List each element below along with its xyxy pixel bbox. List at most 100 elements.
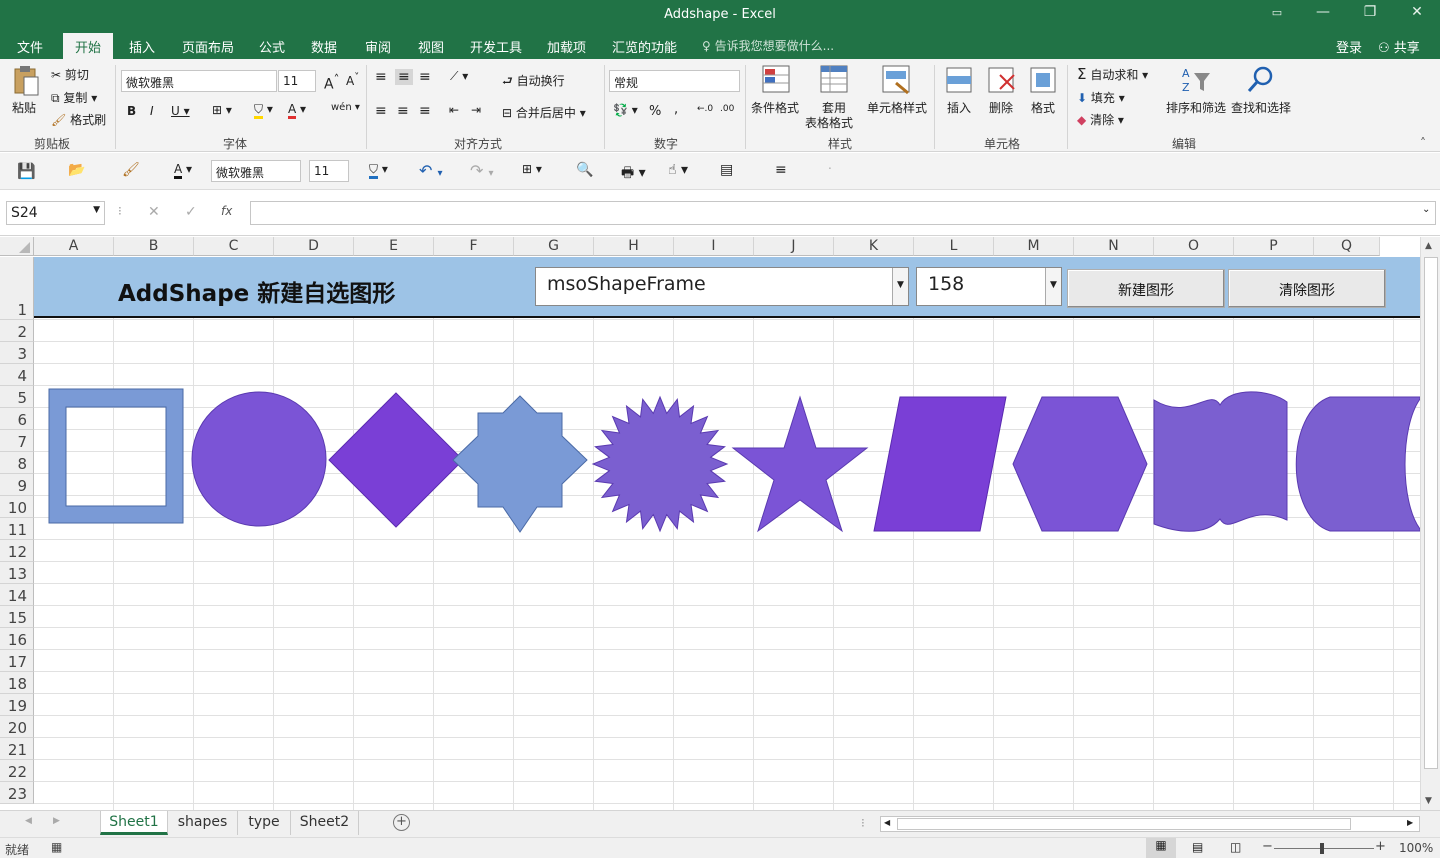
qat-font-size-select[interactable]: 11 — [309, 160, 349, 182]
tab-review[interactable]: 审阅 — [365, 37, 391, 56]
login-link[interactable]: 登录 — [1336, 37, 1362, 56]
increase-font-icon[interactable]: A˄ — [324, 72, 339, 93]
phonetic-icon[interactable]: wén ▾ — [331, 102, 360, 113]
zoom-slider[interactable] — [1274, 848, 1374, 849]
border-icon[interactable]: ⊞ ▾ — [212, 103, 232, 117]
magnifier-icon[interactable] — [1246, 65, 1276, 98]
font-color-icon[interactable]: A ▾ — [288, 102, 306, 119]
restore-button[interactable]: ❐ — [1347, 4, 1393, 26]
wrap-text-button[interactable]: ⮐ 自动换行 — [502, 72, 565, 93]
paste-icon[interactable] — [12, 65, 40, 97]
stored-data-shape[interactable] — [1295, 396, 1420, 532]
vertical-scrollbar[interactable]: ▲ ▼ — [1420, 237, 1440, 810]
fill-color-icon[interactable]: ⛉ ▾ — [254, 102, 273, 119]
italic-button[interactable]: I — [150, 104, 154, 118]
conditional-format-icon[interactable] — [762, 65, 792, 98]
conditional-format-button[interactable]: 条件格式 — [751, 99, 799, 116]
tab-home[interactable]: 开始 — [63, 33, 113, 59]
align-right-icon[interactable]: ≡ — [419, 103, 431, 119]
add-sheet-icon[interactable]: + — [393, 814, 410, 831]
align-center-icon[interactable]: ≡ — [397, 103, 409, 119]
5-point-star-shape[interactable] — [731, 395, 869, 533]
merge-center-button[interactable]: ⊟ 合并后居中 ▾ — [502, 104, 586, 121]
customize-qat-icon[interactable]: ‧ — [828, 162, 832, 176]
underline-button[interactable]: U ▾ — [171, 104, 190, 118]
increase-indent-icon[interactable]: ⇥ — [471, 103, 481, 117]
decrease-font-icon[interactable]: A˅ — [346, 72, 359, 88]
tab-file[interactable]: 文件 — [17, 37, 43, 56]
format-table-label-2[interactable]: 表格格式 — [805, 114, 853, 131]
hexagon-shape[interactable] — [1012, 396, 1148, 532]
sheet-tab-sheet1[interactable]: Sheet1 — [100, 811, 168, 835]
oval-shape[interactable] — [191, 391, 327, 527]
ribbon-display-icon[interactable]: ▭ — [1254, 6, 1300, 28]
worksheet-grid[interactable]: ABCDEFGHIJKLMNOPQ 1 2 3 4 5 6 7 8 9 10 11 12 13 14 15 1… — [0, 237, 1420, 810]
tab-addins[interactable]: 加载项 — [547, 37, 586, 56]
tell-me-search[interactable]: ♀ 告诉我您想要做什么... — [702, 37, 834, 54]
sheet-tab-type[interactable]: type — [238, 811, 291, 835]
cut-button[interactable]: ✂ 剪切 — [51, 66, 89, 83]
collapse-ribbon-icon[interactable]: ˄ — [1420, 136, 1426, 150]
format-painter-icon[interactable]: 🖌 — [122, 162, 140, 178]
format-table-icon[interactable] — [820, 65, 850, 98]
decrease-decimal-icon[interactable]: .00 — [720, 104, 734, 114]
paste-button[interactable]: 粘贴 — [12, 99, 36, 116]
sort-filter-icon[interactable]: AZ — [1180, 65, 1212, 98]
fill-color-icon[interactable]: ⛉ ▾ — [369, 162, 388, 179]
decrease-indent-icon[interactable]: ⇤ — [449, 103, 459, 117]
insert-cells-icon[interactable] — [946, 67, 974, 98]
zoom-slider-thumb[interactable] — [1320, 843, 1324, 854]
undo-icon[interactable]: ↶ ▾ — [419, 161, 443, 180]
comma-icon[interactable]: , — [674, 102, 678, 117]
print-preview-icon[interactable]: 🔍 — [576, 162, 593, 178]
align-top-icon[interactable]: ≡ — [375, 69, 387, 85]
open-folder-icon[interactable]: 📂 — [68, 162, 85, 178]
borders-icon[interactable]: ⊞ ▾ — [522, 162, 542, 176]
tab-custom[interactable]: 汇览的功能 — [612, 37, 677, 56]
align-left-icon[interactable]: ≡ — [375, 103, 387, 119]
share-button[interactable]: ⚇ 共享 — [1378, 37, 1420, 56]
increase-decimal-icon[interactable]: ←.0 — [697, 104, 713, 114]
normal-view-icon[interactable]: ▦ — [1146, 838, 1176, 858]
zoom-out-icon[interactable]: − — [1262, 839, 1273, 854]
align-icon[interactable]: ≡ — [775, 162, 787, 178]
percent-icon[interactable]: % — [649, 104, 661, 119]
tab-page-layout[interactable]: 页面布局 — [182, 37, 234, 56]
next-sheet-icon[interactable]: ▶ — [53, 816, 60, 826]
tab-insert[interactable]: 插入 — [129, 37, 155, 56]
sort-filter-button[interactable]: 排序和筛选 — [1166, 99, 1226, 116]
form-icon[interactable]: ▤ — [720, 162, 733, 178]
name-box[interactable]: S24 ▼ — [6, 201, 105, 225]
format-cells-icon[interactable] — [1030, 67, 1058, 98]
autosum-button[interactable]: Σ 自动求和 ▾ — [1077, 65, 1148, 83]
print-icon[interactable]: 🖶 ▾ — [621, 162, 646, 186]
zoom-in-icon[interactable]: + — [1375, 839, 1386, 854]
scroll-down-icon[interactable]: ▼ — [1425, 796, 1432, 806]
accounting-icon[interactable]: 💱 ▾ — [613, 103, 638, 117]
scroll-right-icon[interactable]: ▶ — [1407, 818, 1413, 827]
scroll-left-icon[interactable]: ◀ — [884, 818, 890, 827]
font-size-select[interactable]: 11 — [278, 70, 316, 92]
formula-input[interactable] — [250, 201, 1436, 225]
page-break-view-icon[interactable]: ◫ — [1230, 840, 1241, 854]
find-select-button[interactable]: 查找和选择 — [1231, 99, 1291, 116]
cell-styles-icon[interactable] — [882, 65, 912, 98]
font-color-icon[interactable]: A ▾ — [174, 162, 192, 179]
sheet-tab-sheet2[interactable]: Sheet2 — [291, 811, 359, 835]
tab-data[interactable]: 数据 — [311, 37, 337, 56]
split-handle-icon[interactable]: ⁝ — [861, 816, 865, 830]
bold-button[interactable]: B — [127, 104, 136, 118]
redo-icon[interactable]: ↷ ▾ — [470, 161, 494, 180]
align-middle-icon[interactable]: ≡ — [395, 69, 413, 85]
close-button[interactable]: ✕ — [1394, 4, 1440, 26]
frame-shape[interactable] — [48, 388, 184, 524]
qat-font-name-select[interactable]: 微软雅黑 — [211, 160, 301, 182]
number-format-select[interactable]: 常规 — [609, 70, 740, 92]
wave-shape[interactable] — [1153, 391, 1288, 532]
font-name-select[interactable]: 微软雅黑 — [121, 70, 277, 92]
format-painter-button[interactable]: 🖌 格式刷 — [51, 111, 106, 128]
touch-mode-icon[interactable]: ☝ ▾ — [668, 162, 688, 178]
horizontal-scrollbar[interactable]: ◀ ▶ — [880, 816, 1420, 832]
expand-formula-icon[interactable]: ⌄ — [1422, 204, 1430, 215]
vertical-scroll-thumb[interactable] — [1424, 257, 1438, 769]
